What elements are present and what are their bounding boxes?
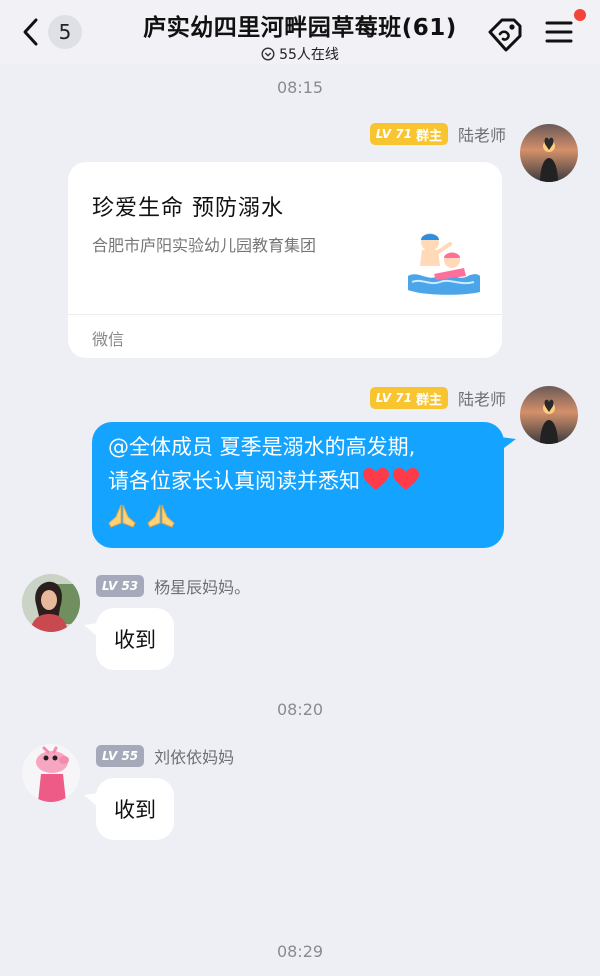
level-badge: LV 55 <box>96 745 145 767</box>
avatar[interactable] <box>520 124 578 182</box>
menu-button[interactable] <box>542 14 576 50</box>
chat-header: 5 庐实幼四里河畔园草莓班(61) 55人在线 <box>0 0 600 64</box>
message-bubble[interactable]: @全体成员 夏季是溺水的高发期, 请各位家长认真阅读并悉知 <box>92 422 504 548</box>
sender-row: LV 71 群主 陆老师 <box>300 122 506 146</box>
avatar[interactable] <box>22 744 80 802</box>
heart-emoji-icon <box>362 467 390 501</box>
message-line: 请各位家长认真阅读并悉知 <box>108 464 490 501</box>
group-share-button[interactable] <box>484 14 526 52</box>
sender-name: 陆老师 <box>457 126 506 145</box>
card-description: 合肥市庐阳实验幼儿园教育集团 <box>92 236 317 255</box>
sender-name: 陆老师 <box>457 390 506 409</box>
message-text: 收到 <box>114 798 156 822</box>
folded-hands-emoji-icon <box>147 503 175 539</box>
message-timestamp: 08:20 <box>276 700 324 719</box>
card-source: 微信 <box>92 330 125 349</box>
online-count: 55人在线 <box>279 47 339 63</box>
message-text: 收到 <box>114 628 156 652</box>
sender-name: 刘依依妈妈 <box>154 748 235 767</box>
sender-row: LV 55 刘依依妈妈 <box>96 744 234 768</box>
sender-name: 杨星辰妈妈。 <box>154 578 251 597</box>
heart-emoji-icon <box>392 467 420 501</box>
online-status: 55人在线 <box>110 44 490 64</box>
tag-link-icon <box>488 18 522 52</box>
card-thumbnail <box>404 226 482 304</box>
back-button[interactable]: 5 <box>20 14 84 50</box>
message-timestamp: 08:29 <box>276 942 324 961</box>
avatar[interactable] <box>520 386 578 444</box>
chevron-left-icon <box>20 14 42 50</box>
folded-hands-emoji-icon <box>108 503 136 539</box>
message-line <box>108 501 490 535</box>
level-badge: LV 53 <box>96 575 145 597</box>
shared-link-card[interactable]: 珍爱生命 预防溺水 合肥市庐阳实验幼儿园教育集团 微信 <box>68 162 502 358</box>
title-block: 庐实幼四里河畔园草莓班(61) 55人在线 <box>110 8 490 64</box>
message-timestamp: 08:15 <box>276 78 324 97</box>
notification-dot <box>574 9 586 21</box>
card-divider <box>68 314 502 315</box>
level-badge: LV 71 群主 <box>369 123 448 145</box>
unread-count-badge: 5 <box>48 15 82 49</box>
message-bubble[interactable]: 收到 <box>96 778 174 840</box>
sender-row: LV 53 杨星辰妈妈。 <box>96 574 250 598</box>
bubble-tail <box>500 436 516 451</box>
message-line: @全体成员 夏季是溺水的高发期, <box>108 435 416 459</box>
card-title: 珍爱生命 预防溺水 <box>92 196 284 221</box>
chat-title: 庐实幼四里河畔园草莓班(61) <box>143 15 457 41</box>
avatar[interactable] <box>22 574 80 632</box>
level-badge: LV 71 群主 <box>369 387 448 409</box>
sender-row: LV 71 群主 陆老师 <box>300 386 506 410</box>
message-bubble[interactable]: 收到 <box>96 608 174 670</box>
hamburger-icon <box>545 21 573 43</box>
online-icon <box>261 47 275 61</box>
